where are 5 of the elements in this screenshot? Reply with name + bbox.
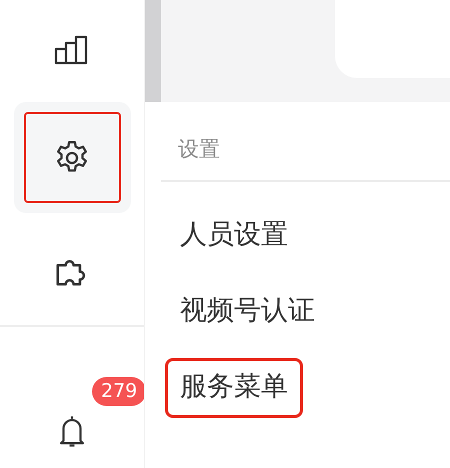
menu-header: 设置 <box>161 102 450 182</box>
menu-item[interactable]: 人员设置 <box>165 206 303 266</box>
notification-count: 279 <box>92 377 144 406</box>
menu-item[interactable]: 服务菜单 <box>165 358 303 418</box>
menu-item[interactable]: 视频号认证 <box>165 282 330 342</box>
